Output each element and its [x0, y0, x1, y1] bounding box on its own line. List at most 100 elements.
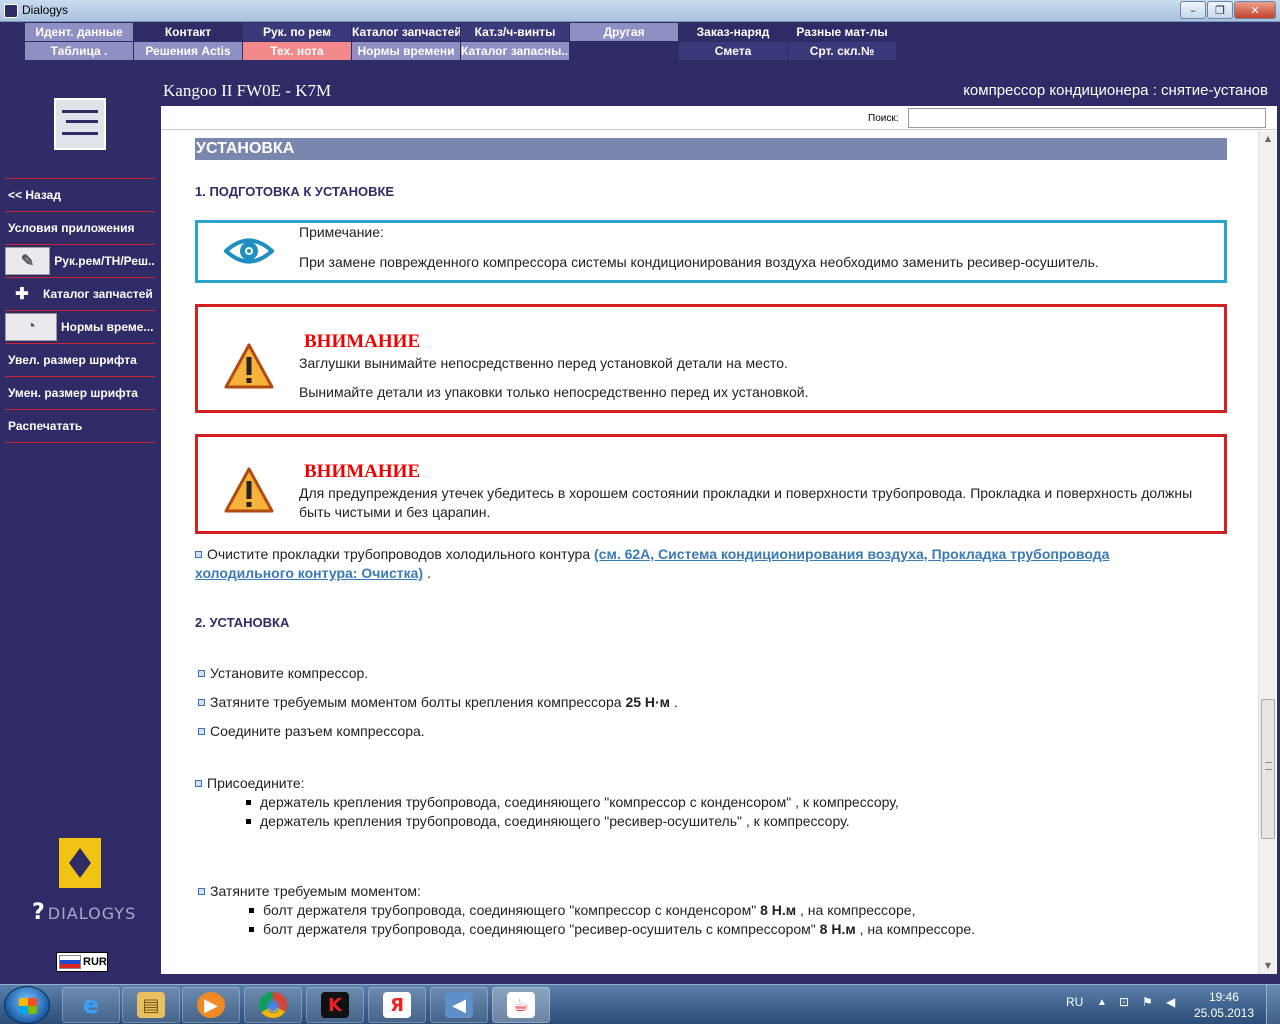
menu-repair-manual[interactable]: Рук. по рем: [243, 23, 351, 41]
search-input[interactable]: [908, 108, 1266, 128]
app-icon: [4, 4, 18, 18]
volume-icon[interactable]: ◀: [1166, 995, 1175, 1009]
taskbar-app-ie[interactable]: e: [62, 987, 120, 1023]
scroll-down-icon[interactable]: ▼: [1259, 958, 1277, 974]
bullet-square-icon: [198, 728, 205, 735]
list-item-text: держатель крепления трубопровода, соедин…: [260, 794, 899, 810]
search-label: Поиск:: [868, 113, 899, 124]
sidebar-item-font-bigger[interactable]: Увел. размер шрифта: [5, 344, 155, 377]
note-title: Примечание:: [299, 224, 384, 240]
show-desktop-button[interactable]: [1266, 985, 1280, 1024]
bullet-dot-icon: [249, 908, 254, 913]
language-indicator[interactable]: RU: [1066, 995, 1083, 1009]
list-item-text: держатель крепления трубопровода, соедин…: [260, 813, 850, 829]
explorer-icon: ▤: [137, 992, 165, 1018]
subsection-title-2: 2. УСТАНОВКА: [195, 615, 290, 630]
step-torque: Затяните требуемым моментом:: [198, 882, 421, 901]
sidebar-item-parts-catalog[interactable]: ✚ Каталог запчастей: [5, 278, 155, 311]
menu-estimate[interactable]: Смета: [679, 42, 787, 60]
sidebar-item-label: Рук.рем/ТН/Реш....: [54, 254, 155, 268]
dialogys-mark: ?: [32, 900, 46, 925]
chrome-icon: ◉: [259, 992, 287, 1018]
show-hidden-icons[interactable]: ▲: [1097, 997, 1107, 1008]
sidebar-item-font-smaller[interactable]: Умен. размер шрифта: [5, 377, 155, 410]
bullet-square-icon: [198, 699, 205, 706]
warning-title: ВНИМАНИЕ: [304, 461, 421, 482]
scrollbar-thumb[interactable]: [1261, 699, 1275, 839]
warning-text: Для предупреждения утечек убедитесь в хо…: [299, 485, 1193, 520]
close-button[interactable]: ✕: [1234, 1, 1276, 19]
bullet-dot-icon: [249, 927, 254, 932]
warning-title: ВНИМАНИЕ: [304, 331, 421, 352]
bullet-square-icon: [198, 888, 205, 895]
vehicle-title: Kangoo II FW0E - K7M: [163, 81, 332, 100]
menu-actis[interactable]: Решения Actis: [134, 42, 242, 60]
torque-item-1: болт держателя трубопровода, соединяющег…: [249, 901, 915, 920]
window-controls: – ❐ ✕: [1180, 1, 1276, 19]
menu-parts-catalog[interactable]: Каталог запчастей: [352, 23, 460, 41]
start-button[interactable]: [4, 986, 50, 1024]
taskbar-app-kaspersky[interactable]: K: [306, 987, 364, 1023]
menu-warehouse[interactable]: Срт. скл.№: [788, 42, 896, 60]
sidebar-item-labor-times[interactable]: ◔ Нормы време...: [5, 311, 155, 344]
taskbar-app-media[interactable]: ▶: [182, 987, 240, 1023]
menu-contact[interactable]: Контакт: [134, 23, 242, 41]
action-center-icon[interactable]: ⚑: [1142, 995, 1153, 1009]
procedure-title: компрессор кондиционера : снятие-установ: [963, 82, 1268, 99]
menu-table[interactable]: Таблица .: [25, 42, 133, 60]
menu-misc[interactable]: Разные мат-лы: [788, 23, 896, 41]
subsection-title-1: 1. ПОДГОТОВКА К УСТАНОВКЕ: [195, 184, 395, 199]
menu-work-order[interactable]: Заказ-наряд: [679, 23, 787, 41]
step-attach: Присоедините:: [195, 774, 305, 793]
menu-tech-note[interactable]: Тех. нота: [243, 42, 351, 60]
yandex-icon: Я: [383, 992, 411, 1018]
taskbar-app-yandex[interactable]: Я: [368, 987, 426, 1023]
step-text: Установите компрессор.: [210, 665, 369, 681]
menu-empty: [570, 42, 678, 60]
menu-row-2: Таблица . Решения Actis Тех. нота Нормы …: [25, 42, 897, 60]
note-box: Примечание: При замене поврежденного ком…: [195, 220, 1227, 283]
menu-spare-catalog[interactable]: Каталог запасны...: [461, 42, 569, 60]
clean-step: Очистите прокладки трубопроводов холодил…: [195, 545, 1175, 583]
minimize-button[interactable]: –: [1180, 1, 1206, 19]
warning-icon: [224, 343, 274, 389]
currency-label: RUR: [83, 956, 107, 968]
eye-icon: [224, 238, 274, 264]
bullet-dot-icon: [246, 819, 251, 824]
taskbar-app-chrome[interactable]: ◉: [244, 987, 302, 1023]
torque-value: 8 Н.м: [819, 921, 856, 937]
taskbar-app-java[interactable]: ☕: [492, 987, 550, 1023]
sidebar-item-back[interactable]: << Назад: [5, 179, 155, 212]
taskbar-app-explorer[interactable]: ▤: [122, 987, 180, 1023]
warning-icon: [224, 467, 274, 513]
sidebar: << Назад Условия приложения ✎ Рук.рем/ТН…: [0, 62, 160, 974]
sidebar-item-label: Каталог запчастей: [43, 287, 153, 301]
restore-button[interactable]: ❐: [1207, 1, 1233, 19]
clock-time: 19:46: [1208, 990, 1239, 1004]
warning-text-1: Заглушки вынимайте непосредственно перед…: [299, 355, 788, 371]
sidebar-item-repair-manual[interactable]: ✎ Рук.рем/ТН/Реш....: [5, 245, 155, 278]
step-text-end: .: [670, 694, 678, 710]
currency-selector[interactable]: RUR: [56, 952, 108, 972]
menu-other[interactable]: Другая: [570, 23, 678, 41]
sidebar-item-label: Нормы време...: [61, 320, 154, 334]
scroll-up-icon[interactable]: ▲: [1259, 131, 1277, 147]
vertical-scrollbar[interactable]: ▲ ▼: [1258, 131, 1276, 974]
sidebar-item-print[interactable]: Распечатать: [5, 410, 155, 443]
taskbar-app-audio[interactable]: ◀: [430, 987, 488, 1023]
menu-ident[interactable]: Идент. данные: [25, 23, 133, 41]
list-item-text: болт держателя трубопровода, соединяющег…: [263, 902, 761, 918]
menu-row-1: Идент. данные Контакт Рук. по рем Катало…: [25, 23, 897, 41]
step-text: Затяните требуемым моментом болты крепле…: [210, 694, 626, 710]
clean-text: Очистите прокладки трубопроводов холодил…: [207, 546, 595, 562]
attach-item-1: держатель крепления трубопровода, соедин…: [246, 793, 899, 812]
step-install-compressor: Установите компрессор.: [198, 664, 368, 683]
network-icon[interactable]: ⊡: [1119, 995, 1129, 1009]
step-text: Соедините разъем компрессора.: [210, 723, 425, 739]
menu-labor-times[interactable]: Нормы времени: [352, 42, 460, 60]
window-title: Dialogys: [22, 3, 69, 17]
menu-screws-catalog[interactable]: Кат.з/ч-винты: [461, 23, 569, 41]
clock[interactable]: 19:46 25.05.2013: [1194, 989, 1254, 1021]
list-item-end: , на компрессоре,: [796, 902, 916, 918]
sidebar-item-conditions[interactable]: Условия приложения: [5, 212, 155, 245]
